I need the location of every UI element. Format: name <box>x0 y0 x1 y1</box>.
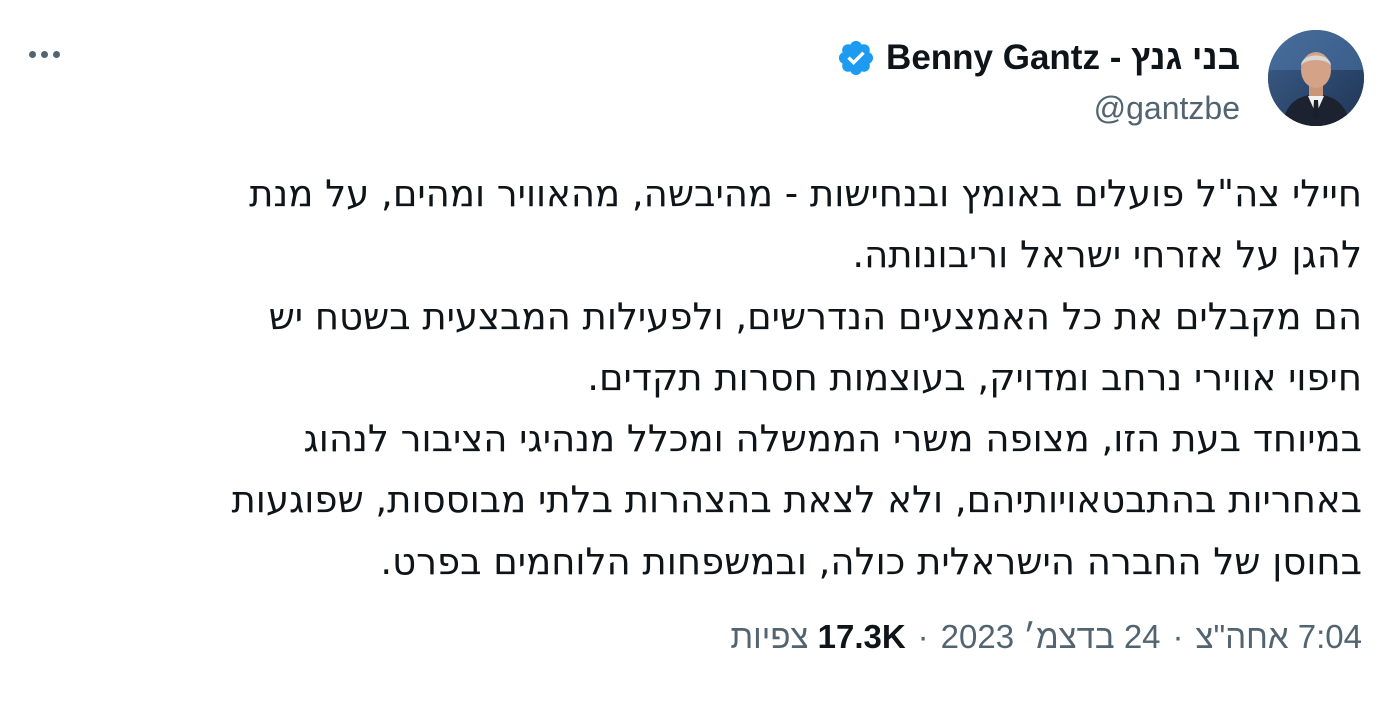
tweet-text-line: להגן על אזרחי ישראל וריבונותה. <box>852 233 1362 277</box>
tweet-text-line: הם מקבלים את כל האמצעים הנדרשים, ולפעילו… <box>268 294 1362 338</box>
avatar-portrait-icon <box>1268 30 1364 126</box>
author-display-name[interactable]: בני גנץ - Benny Gantz <box>886 38 1240 78</box>
more-dot <box>40 50 48 58</box>
author-name-row: בני גנץ - Benny Gantz <box>640 34 1240 82</box>
tweet-text-line: בחוסן של החברה הישראלית כולה, ובמשפחות ה… <box>380 539 1362 583</box>
tweet-meta: 7:04 אחה"צ · 24 בדצמ׳ 2023 · 17.3K צפיות <box>730 618 1362 656</box>
tweet-text: חיילי צה"ל פועלים באומץ ובנחישות - מהיבש… <box>42 163 1362 592</box>
views-label: צפיות <box>730 618 809 655</box>
tweet-time[interactable]: 7:04 אחה"צ <box>1196 618 1362 656</box>
more-dot <box>28 50 36 58</box>
tweet-text-line: באחריות בהתבטאויותיהם, ולא לצאת בהצהרות … <box>231 478 1362 522</box>
meta-separator: · <box>1172 618 1184 655</box>
tweet-card: בני גנץ - Benny Gantz @gantzbe חיילי צה"… <box>0 0 1400 701</box>
avatar[interactable] <box>1268 30 1364 126</box>
more-options-icon[interactable] <box>22 36 66 72</box>
tweet-text-line: חיפוי אווירי נרחב ומדויק, בעוצמות חסרות … <box>587 355 1362 399</box>
meta-separator: · <box>917 618 929 655</box>
views-count: 17.3K <box>817 618 906 655</box>
author-identity: בני גנץ - Benny Gantz @gantzbe <box>640 34 1240 127</box>
more-dot <box>52 50 60 58</box>
tweet-date[interactable]: 24 בדצמ׳ 2023 <box>941 618 1161 656</box>
tweet-text-line: חיילי צה"ל פועלים באומץ ובנחישות - מהיבש… <box>249 172 1362 215</box>
views[interactable]: 17.3K צפיות <box>730 618 905 656</box>
author-handle[interactable]: @gantzbe <box>640 90 1240 127</box>
verified-badge-icon[interactable] <box>836 38 876 78</box>
tweet-text-line: במיוחד בעת הזו, מצופה משרי הממשלה ומכלל … <box>303 417 1362 461</box>
